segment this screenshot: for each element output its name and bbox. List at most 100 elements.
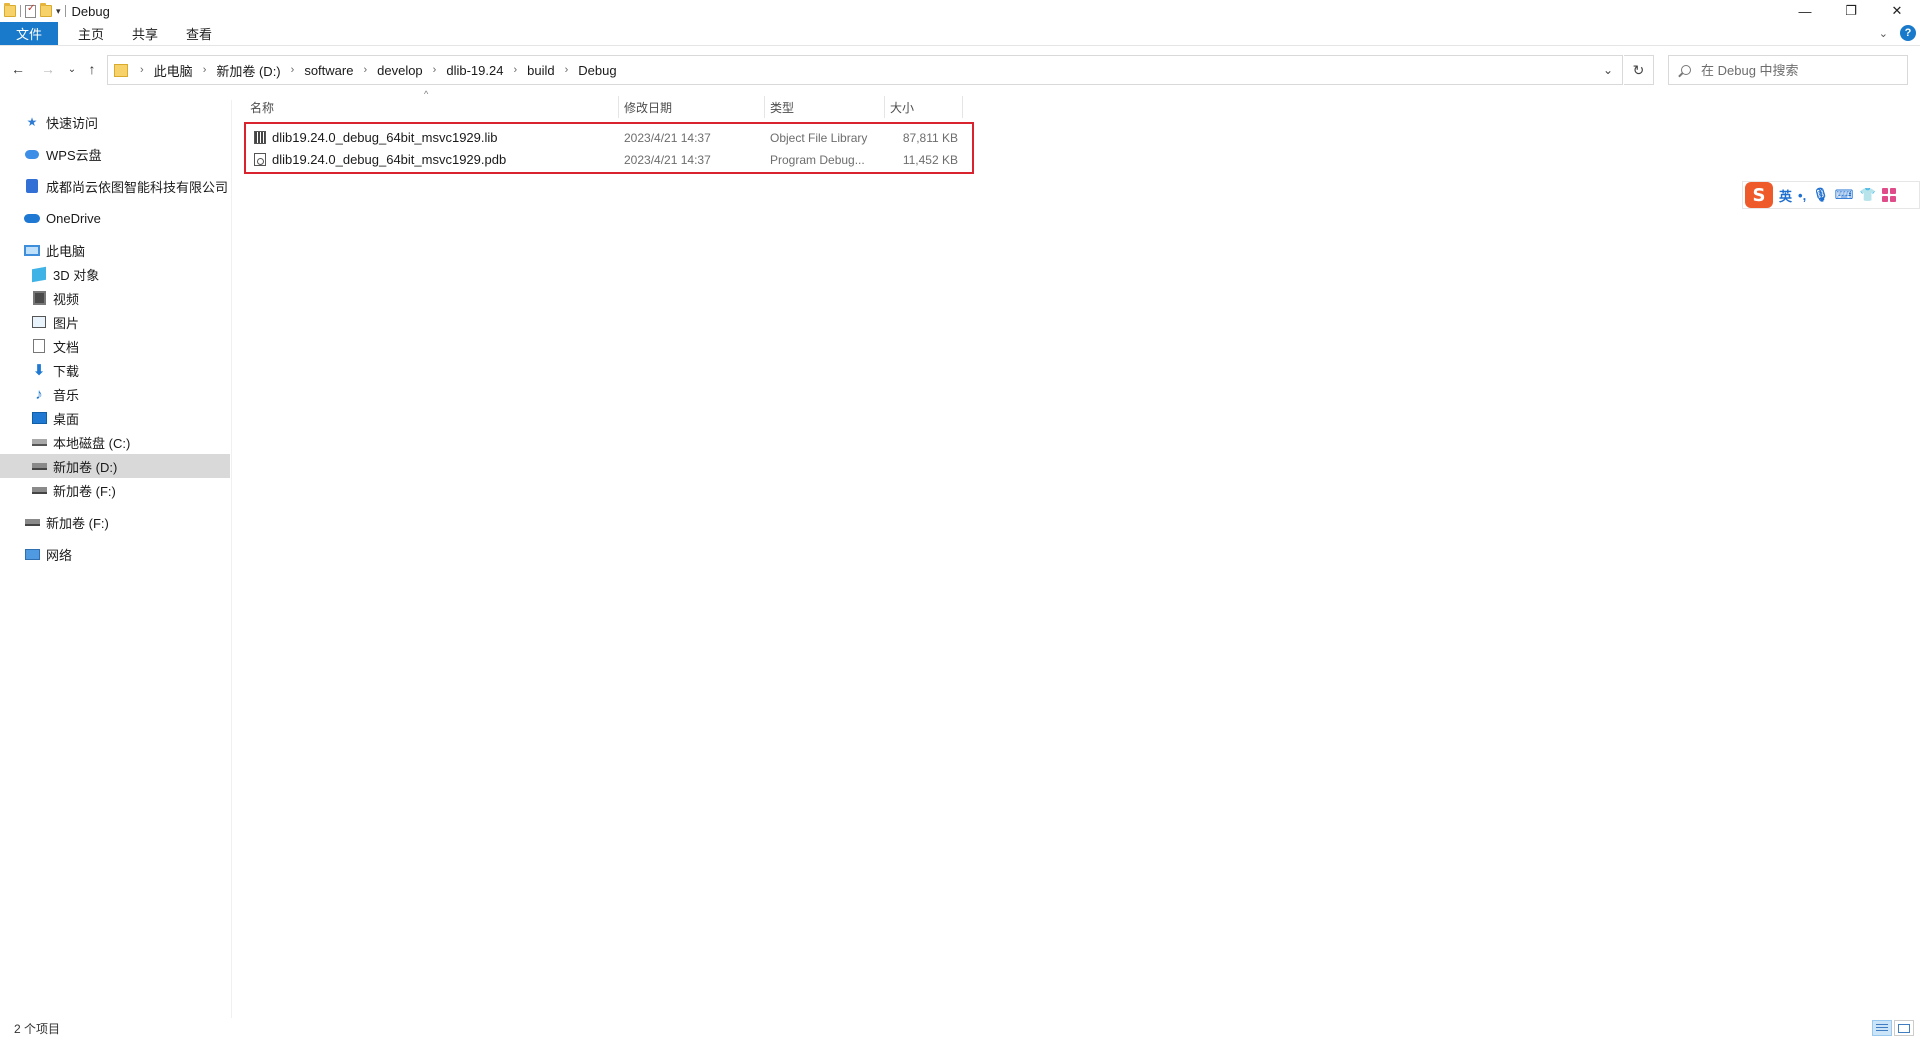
recent-locations-chevron-icon[interactable]: ⌄ bbox=[62, 60, 82, 78]
chevron-right-icon[interactable]: › bbox=[559, 64, 575, 76]
sidebar-item-network[interactable]: 网络 bbox=[0, 542, 230, 566]
file-modified: 2023/4/21 14:37 bbox=[624, 130, 711, 145]
minimize-button[interactable]: — bbox=[1782, 0, 1828, 22]
restore-button[interactable]: ❐ bbox=[1828, 0, 1874, 22]
sidebar-item-label: 音乐 bbox=[53, 387, 80, 403]
onedrive-icon bbox=[24, 210, 40, 226]
up-arrow-icon[interactable]: ↑ bbox=[82, 60, 102, 78]
file-modified: 2023/4/21 14:37 bbox=[624, 152, 711, 167]
chevron-right-icon[interactable]: › bbox=[357, 64, 373, 76]
drive-icon bbox=[31, 458, 47, 474]
address-history-chevron-icon[interactable]: ⌄ bbox=[1594, 56, 1622, 84]
expand-ribbon-icon[interactable]: ⌄ bbox=[1879, 27, 1888, 40]
chevron-right-icon[interactable]: › bbox=[427, 64, 443, 76]
details-view-icon[interactable] bbox=[1872, 1020, 1892, 1036]
back-arrow-icon[interactable]: ← bbox=[8, 60, 28, 78]
help-icon[interactable]: ? bbox=[1900, 25, 1916, 41]
quick-access-toolbar: ▾ bbox=[0, 0, 66, 22]
keyboard-icon[interactable]: ⌨ bbox=[1835, 187, 1854, 203]
microphone-icon[interactable]: 🎙 bbox=[1812, 187, 1829, 203]
new-folder-icon[interactable] bbox=[40, 3, 52, 17]
separator bbox=[64, 5, 66, 17]
breadcrumb-debug[interactable]: Debug bbox=[574, 63, 620, 78]
breadcrumb-build[interactable]: build bbox=[523, 63, 558, 78]
sidebar-item-label: 网络 bbox=[46, 547, 73, 563]
file-name-cell: dlib19.24.0_debug_64bit_msvc1929.pdb bbox=[254, 149, 614, 170]
sidebar-item-this-pc[interactable]: 此电脑 bbox=[0, 238, 230, 262]
address-bar[interactable]: › 此电脑 › 新加卷 (D:) › software › develop › … bbox=[107, 55, 1623, 85]
breadcrumb-develop[interactable]: develop bbox=[373, 63, 427, 78]
breadcrumb-this-pc[interactable]: 此电脑 bbox=[150, 61, 197, 80]
chevron-right-icon[interactable]: › bbox=[285, 64, 301, 76]
sidebar-item-label: 本地磁盘 (C:) bbox=[53, 435, 131, 451]
sidebar-item-drive-f[interactable]: 新加卷 (F:) bbox=[0, 478, 230, 502]
column-header-modified[interactable]: 修改日期 bbox=[618, 96, 764, 118]
sogou-logo-icon[interactable]: S bbox=[1745, 182, 1773, 208]
file-type: Object File Library bbox=[770, 130, 868, 145]
properties-icon[interactable] bbox=[25, 3, 36, 18]
sidebar-item-drive-f-root[interactable]: 新加卷 (F:) bbox=[0, 510, 230, 534]
sidebar-item-documents[interactable]: 文档 bbox=[0, 334, 230, 358]
tab-home[interactable]: 主页 bbox=[64, 22, 118, 45]
close-button[interactable]: ✕ bbox=[1874, 0, 1920, 22]
column-divider[interactable] bbox=[962, 96, 963, 118]
sidebar-item-label: 桌面 bbox=[53, 411, 80, 427]
column-header-type[interactable]: 类型 bbox=[764, 96, 884, 118]
sidebar-item-3d-objects[interactable]: 3D 对象 bbox=[0, 262, 230, 286]
ime-language-toggle[interactable]: 英 bbox=[1779, 186, 1792, 205]
breadcrumb-dlib[interactable]: dlib-19.24 bbox=[442, 63, 507, 78]
sidebar-item-label: 新加卷 (F:) bbox=[53, 483, 116, 499]
breadcrumb-drive-d[interactable]: 新加卷 (D:) bbox=[212, 61, 284, 80]
forward-arrow-icon[interactable]: → bbox=[38, 60, 58, 78]
chevron-right-icon[interactable]: › bbox=[197, 64, 213, 76]
ime-toolbar[interactable]: S 英 •, 🎙 ⌨ 👕 bbox=[1742, 181, 1920, 209]
sidebar-item-desktop[interactable]: 桌面 bbox=[0, 406, 230, 430]
drive-icon bbox=[31, 434, 47, 450]
lib-file-icon bbox=[254, 131, 266, 144]
separator bbox=[20, 5, 21, 17]
sidebar-item-organization[interactable]: 成都尚云依图智能科技有限公司 bbox=[0, 174, 230, 198]
sidebar-item-pictures[interactable]: 图片 bbox=[0, 310, 230, 334]
refresh-icon[interactable]: ↻ bbox=[1624, 55, 1654, 85]
file-name: dlib19.24.0_debug_64bit_msvc1929.pdb bbox=[272, 152, 507, 167]
title-bar: ▾ Debug — ❐ ✕ bbox=[0, 0, 1920, 22]
skin-shirt-icon[interactable]: 👕 bbox=[1859, 187, 1875, 203]
folder-icon bbox=[114, 63, 128, 77]
status-bar: 2 个项目 bbox=[0, 1018, 1920, 1038]
column-header-size[interactable]: 大小 bbox=[884, 96, 962, 118]
chevron-right-icon[interactable]: › bbox=[134, 64, 150, 76]
window-controls: — ❐ ✕ bbox=[1782, 0, 1920, 22]
music-icon: ♪ bbox=[35, 385, 43, 403]
search-input[interactable] bbox=[1701, 62, 1901, 78]
folder-icon bbox=[4, 3, 16, 17]
sidebar-item-drive-d[interactable]: 新加卷 (D:) bbox=[0, 454, 230, 478]
ime-punctuation-toggle[interactable]: •, bbox=[1798, 188, 1806, 203]
search-box[interactable] bbox=[1668, 55, 1908, 85]
window-title: Debug bbox=[71, 3, 110, 19]
video-icon bbox=[31, 290, 47, 306]
sidebar-item-label: 视频 bbox=[53, 291, 80, 307]
chevron-right-icon[interactable]: › bbox=[507, 64, 523, 76]
navigation-bar: ← → ⌄ ↑ › 此电脑 › 新加卷 (D:) › software › de… bbox=[0, 52, 1920, 86]
sidebar-item-videos[interactable]: 视频 bbox=[0, 286, 230, 310]
tab-view[interactable]: 查看 bbox=[172, 22, 226, 45]
sidebar-item-downloads[interactable]: ⬇ 下载 bbox=[0, 358, 230, 382]
large-icons-view-icon[interactable] bbox=[1894, 1020, 1914, 1036]
column-header-name[interactable]: 名称 bbox=[244, 96, 618, 118]
file-row[interactable]: dlib19.24.0_debug_64bit_msvc1929.lib 202… bbox=[246, 127, 972, 148]
drive-icon bbox=[31, 482, 47, 498]
file-row[interactable]: dlib19.24.0_debug_64bit_msvc1929.pdb 202… bbox=[246, 149, 972, 170]
breadcrumb-software[interactable]: software bbox=[300, 63, 357, 78]
sidebar-item-quick-access[interactable]: ★ 快速访问 bbox=[0, 110, 230, 134]
sidebar-item-local-disk-c[interactable]: 本地磁盘 (C:) bbox=[0, 430, 230, 454]
sidebar-item-label: 成都尚云依图智能科技有限公司 bbox=[46, 179, 229, 195]
customize-toolbar-icon[interactable]: ▾ bbox=[56, 6, 61, 17]
toolbox-grid-icon[interactable] bbox=[1881, 188, 1896, 202]
sidebar-item-music[interactable]: ♪ 音乐 bbox=[0, 382, 230, 406]
sidebar-item-wps-cloud[interactable]: WPS云盘 bbox=[0, 142, 230, 166]
ribbon-right-controls: ⌄ ? bbox=[1879, 25, 1916, 41]
tab-share[interactable]: 共享 bbox=[118, 22, 172, 45]
cloud-icon bbox=[24, 146, 40, 162]
tab-file[interactable]: 文件 bbox=[0, 22, 59, 45]
sidebar-item-onedrive[interactable]: OneDrive bbox=[0, 206, 230, 230]
